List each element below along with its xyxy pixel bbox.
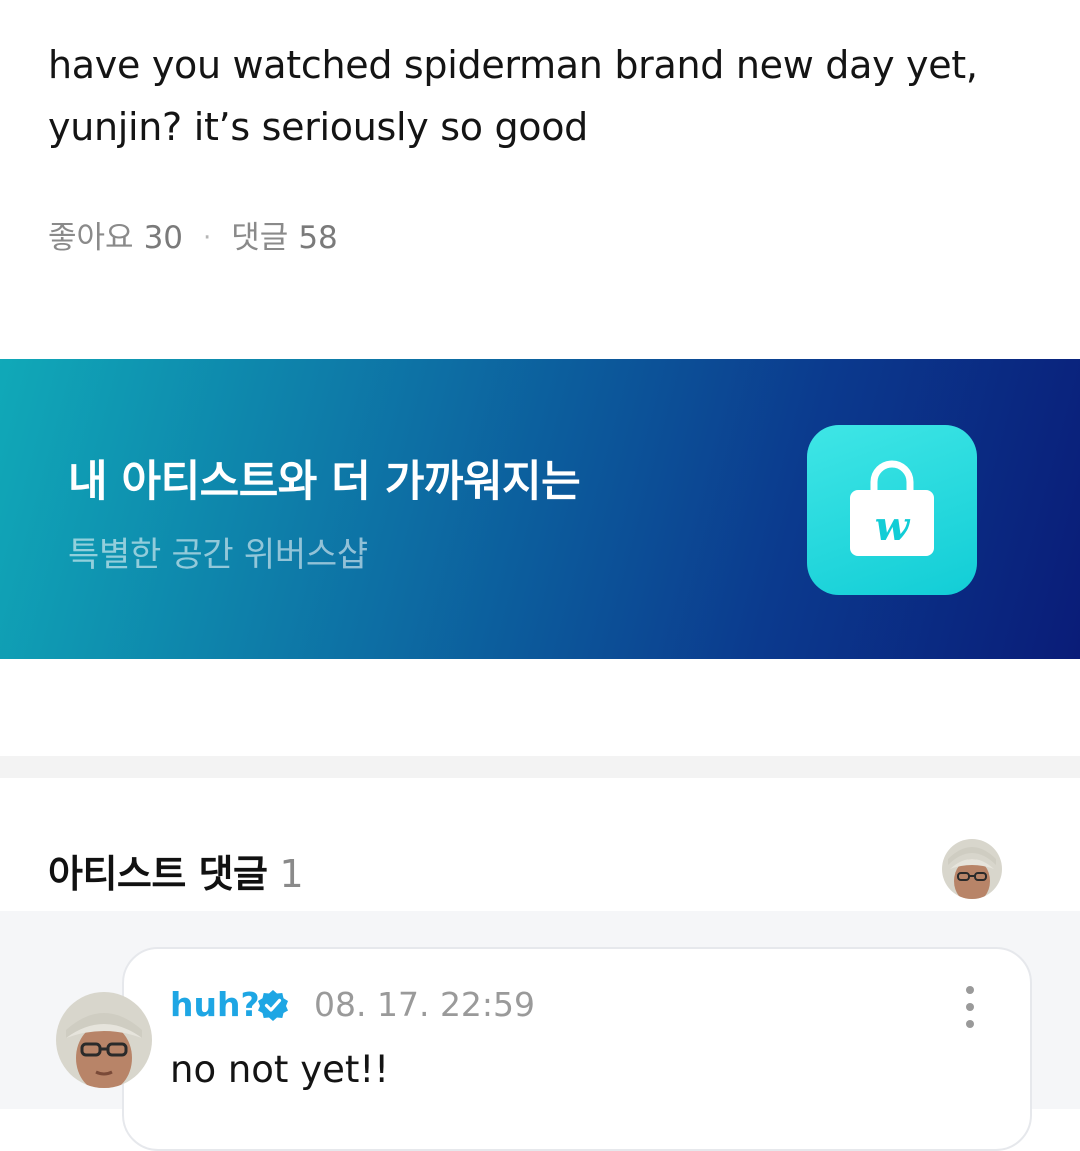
weverse-shop-banner[interactable]: 내 아티스트와 더 가까워지는 특별한 공간 위버스샵 w <box>0 359 1080 659</box>
bag-letter: w <box>875 503 911 550</box>
more-dot <box>966 986 974 994</box>
comments-label: 댓글 <box>231 220 289 256</box>
likes-stat[interactable]: 좋아요 30 <box>48 216 183 260</box>
comment-timestamp: 08. 17. 22:59 <box>314 985 536 1024</box>
comment-text: no not yet!! <box>170 1048 390 1091</box>
post-body: have you watched spiderman brand new day… <box>48 34 1038 158</box>
post-text-line-2: yunjin? it’s seriously so good <box>48 105 588 149</box>
artist-comments-title: 아티스트 댓글 <box>48 852 268 896</box>
comments-count: 58 <box>298 220 338 256</box>
post-stats: 좋아요 30 · 댓글 58 <box>48 216 338 260</box>
more-options-icon[interactable] <box>954 986 986 1028</box>
likes-count: 30 <box>143 220 184 256</box>
likes-label: 좋아요 <box>48 220 134 256</box>
verified-badge-icon <box>258 990 288 1021</box>
comment-author-avatar[interactable] <box>56 992 152 1088</box>
more-dot <box>966 1020 974 1028</box>
weverse-shop-bag-icon: w <box>807 425 977 595</box>
avatar-image <box>942 839 1002 899</box>
more-dot <box>966 1003 974 1011</box>
artist-comments-header: 아티스트 댓글 1 <box>48 843 304 898</box>
post-text-line-1: have you watched spiderman brand new day… <box>48 43 978 87</box>
avatar-image <box>56 992 152 1088</box>
banner-subtitle: 특별한 공간 위버스샵 <box>68 535 368 575</box>
artist-comments-count: 1 <box>279 852 304 896</box>
shopping-bag-icon: w <box>850 460 934 556</box>
comment-author-name[interactable]: huh? <box>170 985 260 1024</box>
artist-avatar-small[interactable] <box>942 839 1002 899</box>
stats-separator: · <box>203 223 212 253</box>
banner-title: 내 아티스트와 더 가까워지는 <box>68 457 581 507</box>
comments-stat[interactable]: 댓글 58 <box>231 216 338 260</box>
section-divider <box>0 756 1080 778</box>
